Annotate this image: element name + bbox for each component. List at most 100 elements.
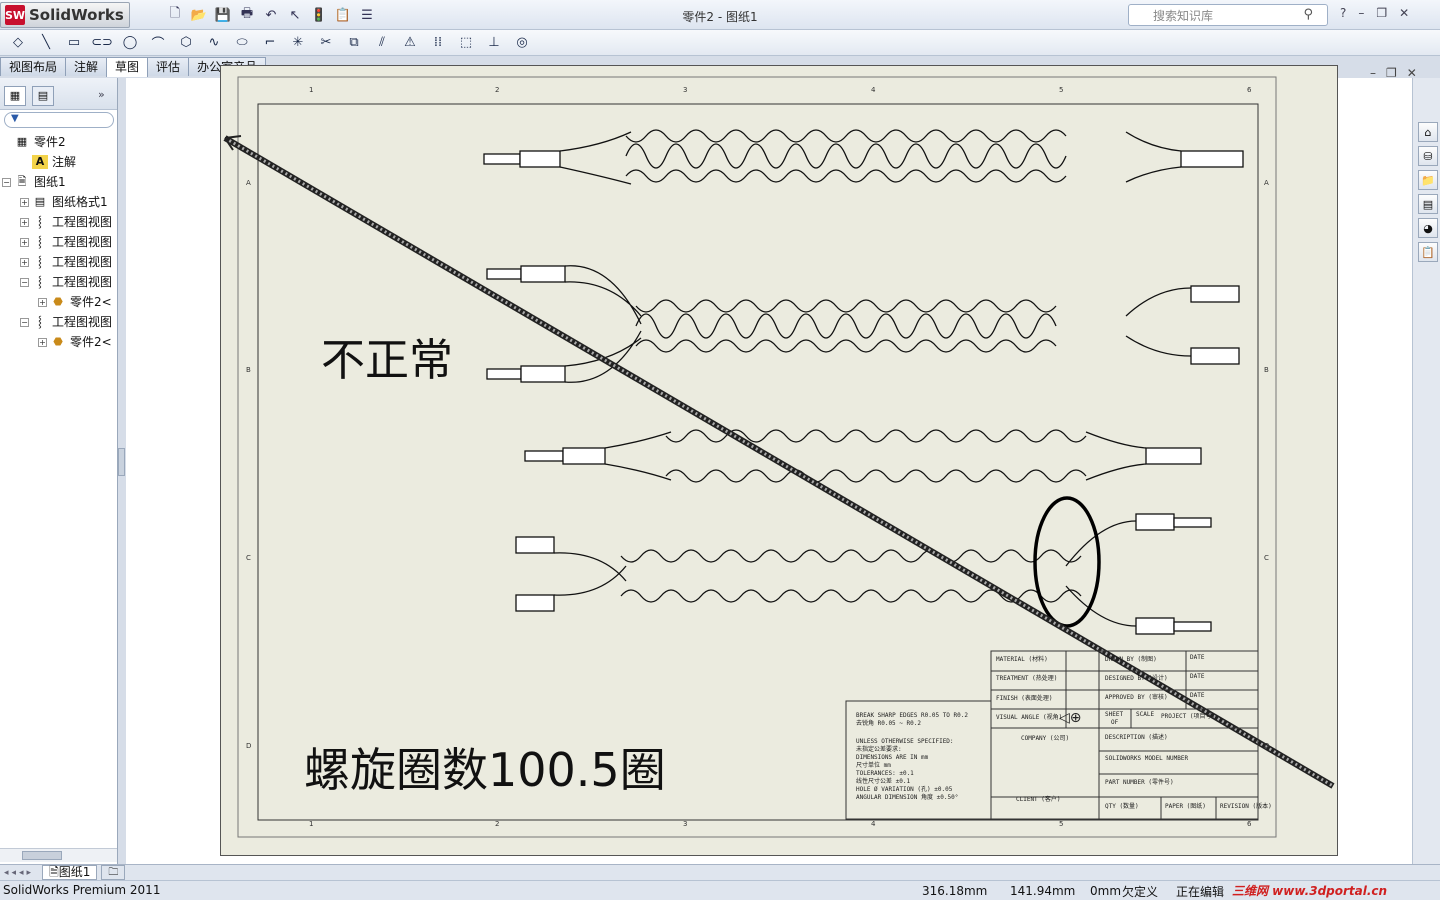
tb-model-number: SOLIDWORKS MODEL NUMBER bbox=[1105, 755, 1189, 762]
sketch-toolbar: ◇ ╲ ▭ ⊂⊃ ◯ ⌒ ⬡ ∿ ⬭ ⌐ ✳ ✂ ⧉ ⫽ ⚠ ⁞⁞ ⬚ ⊥ ◎ bbox=[0, 30, 1440, 56]
panel-splitter[interactable] bbox=[118, 448, 125, 476]
zone-number: 3 bbox=[683, 820, 688, 828]
sheet-icon: 🗎 bbox=[17, 175, 27, 188]
tab-evaluate[interactable]: 评估 bbox=[147, 57, 190, 76]
tree-item-label: 工程图视图 bbox=[52, 315, 113, 329]
options-icon[interactable]: ☰ bbox=[357, 5, 377, 25]
arc-icon[interactable]: ⌒ bbox=[146, 33, 170, 52]
tree-expander-icon[interactable]: − bbox=[20, 277, 29, 287]
quick-snaps-icon[interactable]: ◎ bbox=[510, 35, 534, 50]
feature-tree-tab-icon[interactable]: ▦ bbox=[4, 86, 26, 106]
property-manager-tab-icon[interactable]: ▤ bbox=[32, 86, 54, 106]
fillet-icon[interactable]: ⌐ bbox=[258, 35, 282, 50]
file-properties-icon[interactable]: 📋 bbox=[333, 5, 353, 25]
tab-annotation[interactable]: 注解 bbox=[65, 57, 108, 76]
home-resources-icon[interactable]: ⌂ bbox=[1418, 122, 1438, 142]
move-entities-icon[interactable]: ⬚ bbox=[454, 35, 478, 50]
appearances-icon[interactable]: ◕ bbox=[1418, 218, 1438, 238]
file-explorer-icon[interactable]: 📁 bbox=[1418, 170, 1438, 190]
zone-number: 5 bbox=[1059, 86, 1064, 94]
doc-restore-icon[interactable]: ❐ bbox=[1386, 66, 1397, 80]
mirror-icon[interactable]: ⚠ bbox=[398, 35, 422, 50]
convert-entities-icon[interactable]: ⧉ bbox=[342, 35, 366, 50]
tree-expander-icon[interactable]: − bbox=[2, 177, 11, 187]
search-icon[interactable]: ⚲ bbox=[1303, 7, 1313, 22]
twisted-cable-view-4 bbox=[515, 513, 1212, 635]
pattern-icon[interactable]: ⁞⁞ bbox=[426, 35, 450, 50]
tree-item[interactable]: − ⸾ 工程图视图 bbox=[20, 312, 112, 332]
tb-material: MATERIAL (材料) bbox=[996, 656, 1048, 663]
tree-item[interactable]: + ⸾ 工程图视图 bbox=[20, 232, 112, 252]
minimize-button[interactable]: – bbox=[1358, 6, 1364, 20]
zone-number: 6 bbox=[1247, 820, 1252, 828]
ellipse-icon[interactable]: ⬭ bbox=[230, 35, 254, 50]
display-relations-icon[interactable]: ⊥ bbox=[482, 35, 506, 50]
point-icon[interactable]: ✳ bbox=[286, 35, 310, 50]
select-pointer-icon[interactable]: ↖ bbox=[285, 5, 305, 25]
slot-icon[interactable]: ⊂⊃ bbox=[90, 35, 114, 50]
tree-expander-icon[interactable]: − bbox=[20, 317, 29, 327]
tb-of: OF bbox=[1111, 719, 1119, 726]
trim-icon[interactable]: ✂ bbox=[314, 35, 338, 50]
close-button[interactable]: ✕ bbox=[1399, 6, 1409, 20]
restore-button[interactable]: ❐ bbox=[1376, 6, 1387, 20]
solidworks-menu-button[interactable]: SW SolidWorks bbox=[0, 2, 130, 28]
help-button[interactable]: ? bbox=[1340, 6, 1346, 20]
sheet-nav-arrows-icon[interactable]: ◂◂◂▸ bbox=[4, 868, 34, 878]
design-library-icon[interactable]: ⛁ bbox=[1418, 146, 1438, 166]
rebuild-icon[interactable]: 🚦 bbox=[309, 5, 329, 25]
tree-item[interactable]: + ⸾ 工程图视图 bbox=[20, 212, 112, 232]
line-icon[interactable]: ╲ bbox=[34, 35, 58, 50]
new-document-icon[interactable]: 🗋 bbox=[165, 5, 185, 25]
task-pane-bar: ⌂ ⛁ 📁 ▤ ◕ 📋 bbox=[1412, 78, 1440, 864]
drawing-sheet[interactable]: 1 1 2 2 3 3 4 4 5 5 6 6 A A B B C C D D 不正常 螺旋圈数100.5圈 BREA… bbox=[220, 65, 1338, 856]
add-sheet-icon[interactable]: 🗀 bbox=[101, 865, 126, 880]
tree-expander-icon[interactable]: + bbox=[38, 297, 47, 307]
break-edges-note: BREAK SHARP EDGES R0.05 TO R0.2 去锐角 R0.0… bbox=[856, 712, 968, 728]
tree-item[interactable]: + ⬣ 零件2< bbox=[38, 332, 112, 352]
note-line: HOLE Ø VARIATION (孔) ±0.05 bbox=[856, 786, 953, 793]
view-palette-icon[interactable]: ▤ bbox=[1418, 194, 1438, 214]
tree-item-label: 零件2 bbox=[34, 135, 66, 149]
tree-expander-icon[interactable]: + bbox=[20, 217, 29, 227]
undo-icon[interactable]: ↶ bbox=[261, 5, 281, 25]
tree-expander-icon[interactable]: + bbox=[20, 257, 29, 267]
open-folder-icon[interactable]: 📂 bbox=[189, 5, 209, 25]
tb-visual-angle: VISUAL ANGLE (视角) bbox=[996, 714, 1063, 721]
tree-item[interactable]: + ⸾ 工程图视图 bbox=[20, 252, 112, 272]
polygon-icon[interactable]: ⬡ bbox=[174, 35, 198, 50]
custom-properties-icon[interactable]: 📋 bbox=[1418, 242, 1438, 262]
tree-item[interactable]: + ⬣ 零件2< bbox=[38, 292, 112, 312]
sheet-tab-1[interactable]: 🗎图纸1 bbox=[42, 865, 98, 880]
tb-date: DATE bbox=[1190, 673, 1205, 680]
rectangle-icon[interactable]: ▭ bbox=[62, 35, 86, 50]
tree-expander-icon[interactable]: + bbox=[38, 337, 47, 347]
product-name: SolidWorks Premium 2011 bbox=[3, 883, 161, 897]
print-icon[interactable]: 🖶 bbox=[237, 5, 257, 25]
scrollbar-thumb[interactable] bbox=[22, 851, 62, 860]
tree-filter-input[interactable]: ▼ bbox=[4, 112, 114, 128]
tab-view-layout[interactable]: 视图布局 bbox=[0, 57, 67, 76]
tree-expander-icon[interactable]: + bbox=[20, 197, 29, 207]
tree-item[interactable]: − 🗎 图纸1 bbox=[2, 172, 66, 192]
offset-icon[interactable]: ⫽ bbox=[370, 35, 394, 50]
expand-panel-icon[interactable]: » bbox=[98, 88, 105, 101]
search-input[interactable]: 搜索知识库 ⚲ bbox=[1128, 4, 1328, 26]
twisted-cable-view-2 bbox=[486, 265, 1240, 383]
projection-symbol-icon: ◁⊕ bbox=[1059, 710, 1082, 726]
spline-icon[interactable]: ∿ bbox=[202, 35, 226, 50]
doc-minimize-icon[interactable]: – bbox=[1370, 66, 1376, 80]
twisted-cable-view-1 bbox=[483, 129, 1244, 185]
tree-item[interactable]: ▦ 零件2 bbox=[2, 132, 66, 152]
circle-icon[interactable]: ◯ bbox=[118, 35, 142, 50]
drawing-view-icon: ⸾ bbox=[38, 315, 42, 328]
tree-expander-icon[interactable]: + bbox=[20, 237, 29, 247]
tab-sketch[interactable]: 草图 bbox=[106, 57, 149, 77]
tree-item[interactable]: + ▤ 图纸格式1 bbox=[20, 192, 108, 212]
smart-dimension-icon[interactable]: ◇ bbox=[6, 35, 30, 50]
panel-scrollbar[interactable] bbox=[0, 848, 117, 862]
document-title: 零件2 - 图纸1 bbox=[682, 10, 758, 24]
tree-item[interactable]: A 注解 bbox=[20, 152, 76, 172]
save-icon[interactable]: 💾 bbox=[213, 5, 233, 25]
tree-item[interactable]: − ⸾ 工程图视图 bbox=[20, 272, 112, 292]
